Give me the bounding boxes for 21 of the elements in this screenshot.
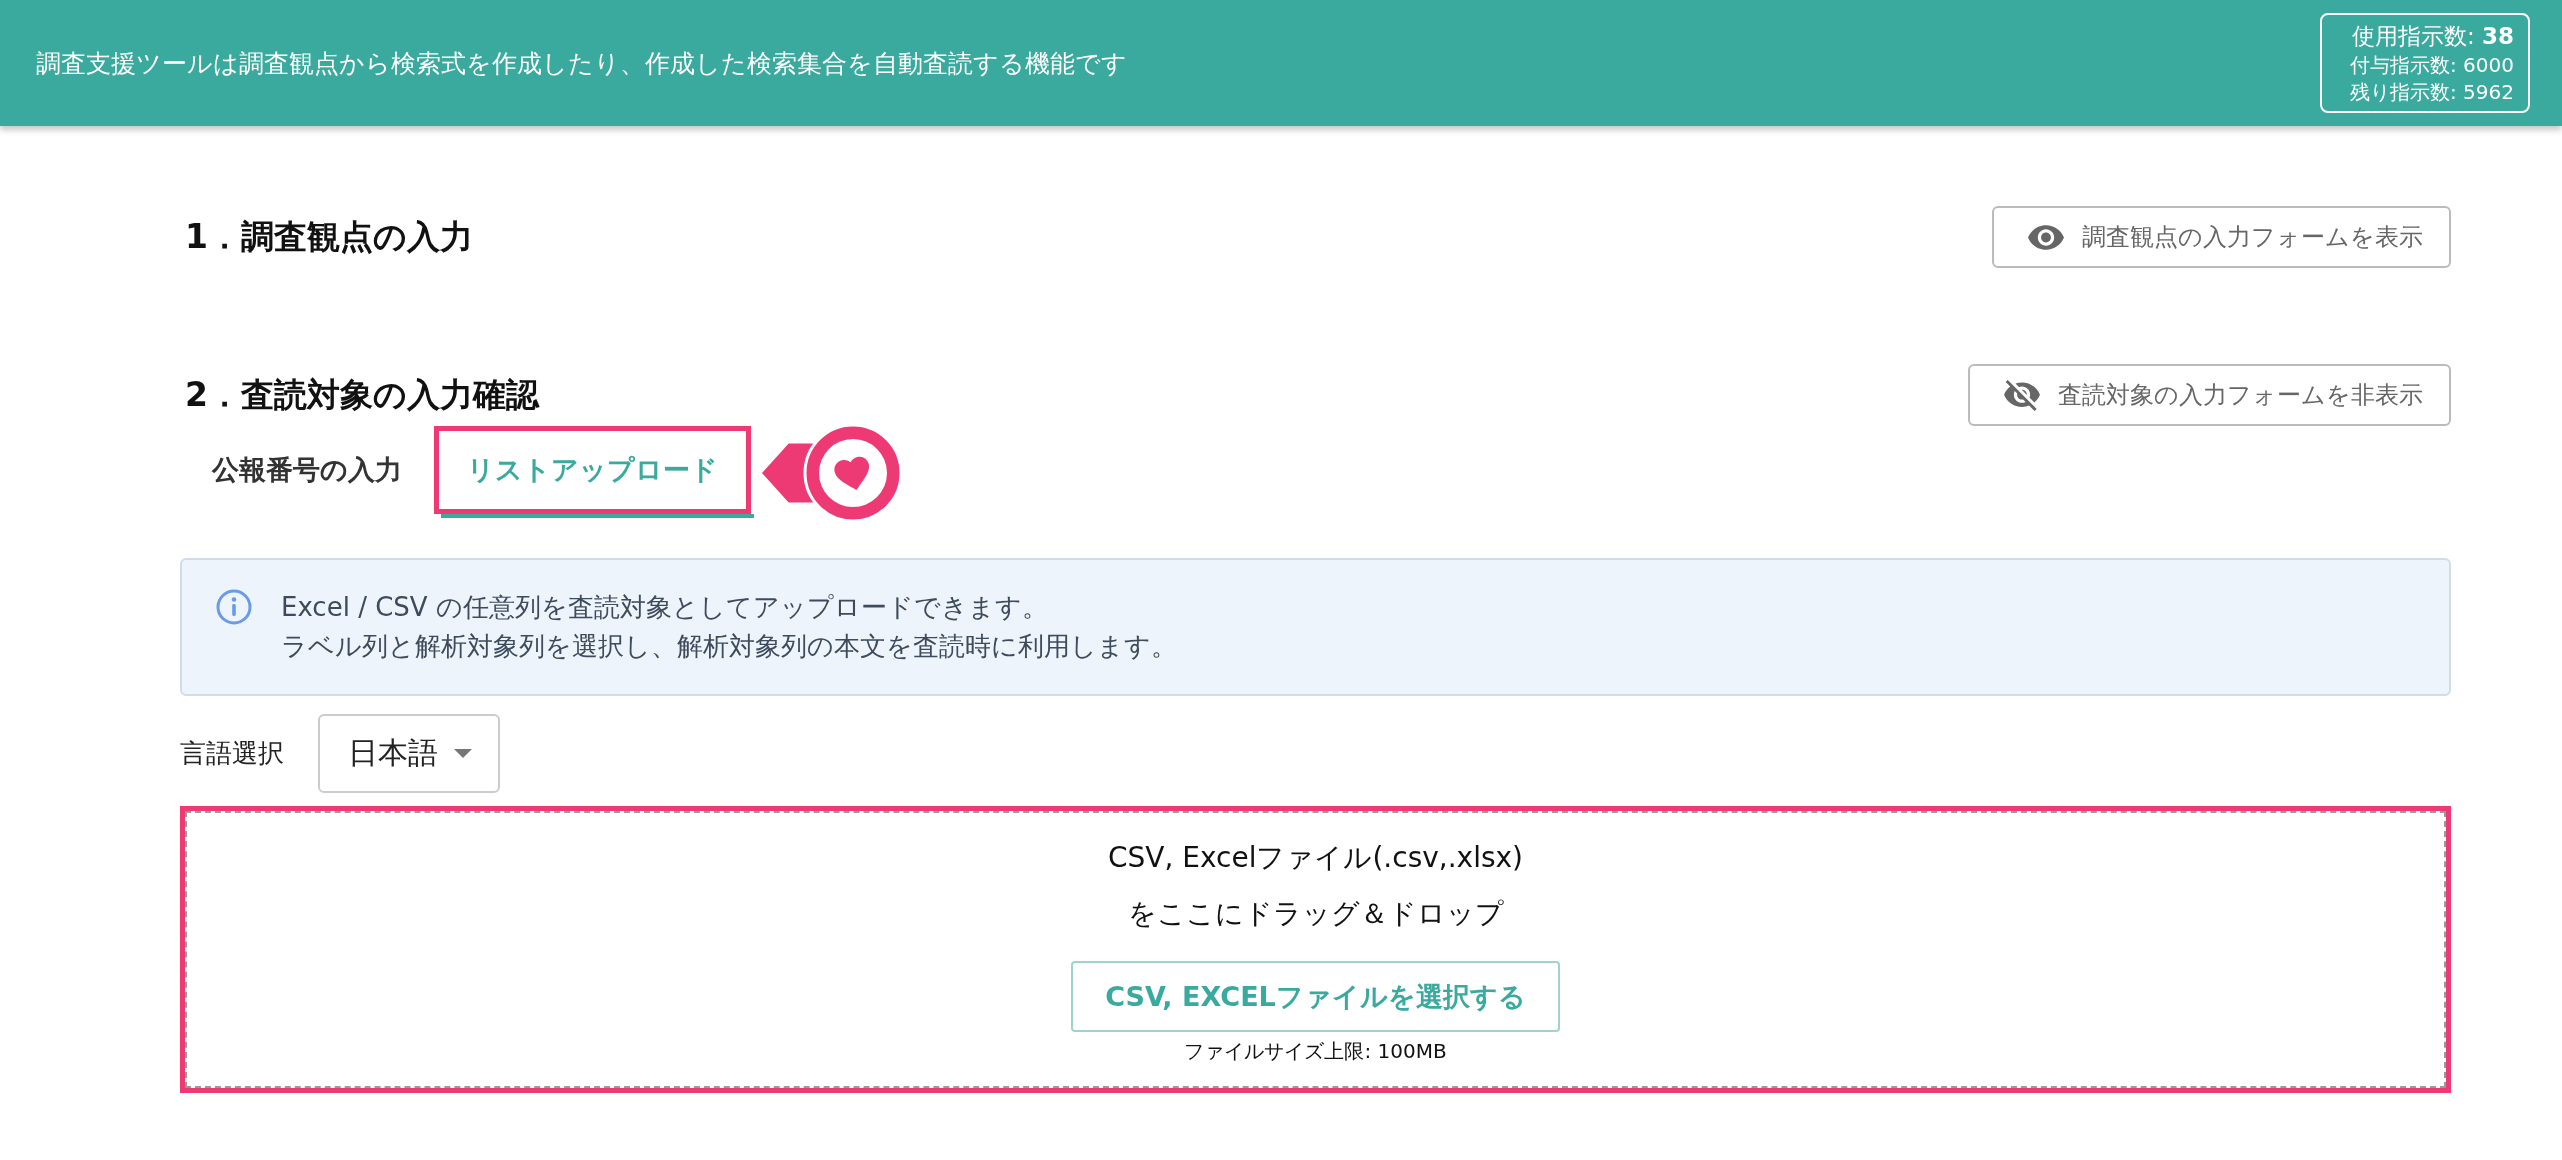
usage-count-text: 使用指示数: 38 <box>2351 22 2514 51</box>
eye-icon <box>2028 224 2064 250</box>
caret-icon <box>454 749 472 758</box>
header-description: 調査支援ツールは調査観点から検索式を作成したり、作成した検索集合を自動査読する機能です <box>36 47 1127 80</box>
drop-zone-text: をここにドラッグ＆ドロップ <box>1127 896 1504 932</box>
usage-count-text: 残り指示数: 5962 <box>2350 79 2514 106</box>
file-size-note: ファイルサイズ上限: 100MB <box>1184 1038 1447 1064</box>
info-text: ラベル列と解析対象列を選択し、解析対象列の本文を査読時に利用します。 <box>281 630 1177 663</box>
eye-slash-icon <box>2004 379 2040 411</box>
usage-count-text: 付与指示数: 6000 <box>2350 52 2514 79</box>
drop-zone[interactable]: CSV, Excelファイル(.csv,.xlsx) をここにドラッグ＆ドロップ CSV, EXCELファイルを選択する ファイルサイズ上限: 100MB <box>185 811 2446 1088</box>
section-title: 1．調査観点の入力 <box>185 215 473 258</box>
drop-zone-text: CSV, Excelファイル(.csv,.xlsx) <box>1107 840 1524 876</box>
toggle-form-button[interactable]: 査読対象の入力フォームを非表示 <box>1968 364 2451 426</box>
toggle-form-button[interactable]: 調査観点の入力フォームを表示 <box>1992 206 2451 268</box>
info-text: Excel / CSV の任意列を査読対象としてアップロードできます。 <box>281 591 1049 624</box>
tab[interactable]: 公報番号の入力 <box>180 426 434 518</box>
info-icon <box>216 589 252 625</box>
section-title: 2．査読対象の入力確認 <box>185 373 539 416</box>
language-label: 言語選択 <box>180 737 284 770</box>
language-select[interactable]: 日本語 <box>318 714 500 793</box>
